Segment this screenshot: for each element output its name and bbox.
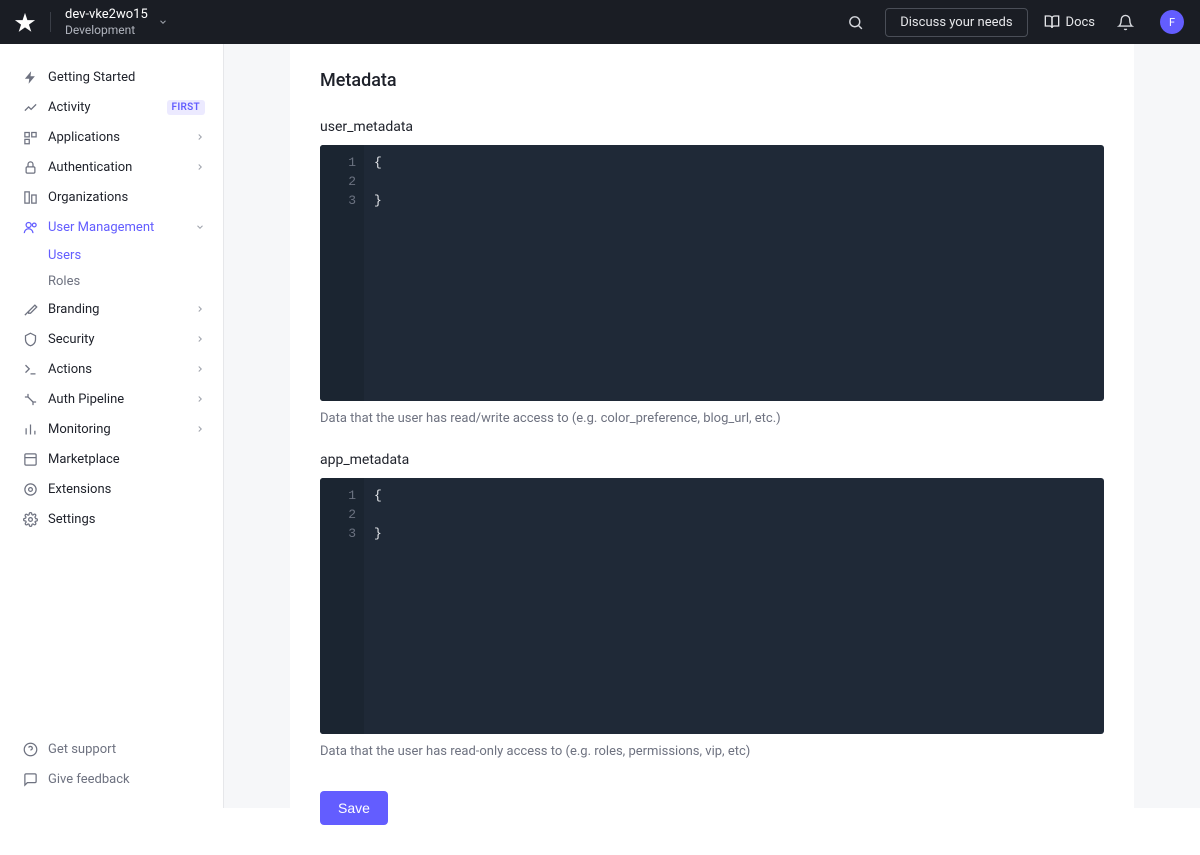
- user-metadata-help: Data that the user has read/write access…: [320, 411, 1104, 426]
- docs-link[interactable]: Docs: [1044, 14, 1095, 30]
- chevron-right-icon: [195, 334, 205, 344]
- sidebar-item-security[interactable]: Security: [0, 324, 223, 354]
- sidebar-item-label: Activity: [48, 100, 161, 115]
- sidebar-item-extensions[interactable]: Extensions: [0, 474, 223, 504]
- chevron-right-icon: [195, 132, 205, 142]
- book-icon: [1044, 14, 1060, 30]
- sidebar-item-activity[interactable]: Activity FIRST: [0, 92, 223, 122]
- chevron-right-icon: [195, 394, 205, 404]
- sidebar-item-label: Extensions: [48, 482, 205, 497]
- sidebar-item-user-management[interactable]: User Management: [0, 212, 223, 242]
- tenant-env: Development: [65, 23, 148, 37]
- chevron-down-icon: [195, 222, 205, 232]
- badge-first: FIRST: [167, 100, 205, 115]
- shield-icon: [22, 331, 38, 347]
- line-gutter: 123: [320, 478, 364, 734]
- sidebar-item-auth-pipeline[interactable]: Auth Pipeline: [0, 384, 223, 414]
- sidebar-item-label: Auth Pipeline: [48, 392, 195, 407]
- sidebar-item-label: Settings: [48, 512, 205, 527]
- chevron-right-icon: [195, 364, 205, 374]
- actions-icon: [22, 361, 38, 377]
- sidebar-item-branding[interactable]: Branding: [0, 294, 223, 324]
- chevron-right-icon: [195, 424, 205, 434]
- sidebar-item-authentication[interactable]: Authentication: [0, 152, 223, 182]
- sidebar-item-label: Authentication: [48, 160, 195, 175]
- sidebar-footer-label: Give feedback: [48, 772, 205, 787]
- app-metadata-help: Data that the user has read-only access …: [320, 744, 1104, 759]
- sidebar-subitem-roles[interactable]: Roles: [48, 268, 223, 294]
- monitoring-icon: [22, 421, 38, 437]
- sidebar-item-label: Marketplace: [48, 452, 205, 467]
- sidebar-subitem-users[interactable]: Users: [48, 242, 223, 268]
- code-content: { }: [364, 478, 1104, 734]
- sidebar-footer-label: Get support: [48, 742, 205, 757]
- users-icon: [22, 219, 38, 235]
- sidebar-item-monitoring[interactable]: Monitoring: [0, 414, 223, 444]
- auth0-logo-icon: [14, 11, 36, 33]
- bell-icon[interactable]: [1111, 8, 1139, 36]
- user-metadata-editor[interactable]: 123 { }: [320, 145, 1104, 401]
- sidebar-item-settings[interactable]: Settings: [0, 504, 223, 534]
- lock-icon: [22, 159, 38, 175]
- sidebar-item-organizations[interactable]: Organizations: [0, 182, 223, 212]
- pipeline-icon: [22, 391, 38, 407]
- discuss-button[interactable]: Discuss your needs: [885, 8, 1027, 37]
- section-title: Metadata: [320, 70, 1104, 91]
- sidebar-item-label: Applications: [48, 130, 195, 145]
- feedback-icon: [22, 771, 38, 787]
- chart-icon: [22, 99, 38, 115]
- save-button[interactable]: Save: [320, 791, 388, 825]
- sidebar-item-label: Monitoring: [48, 422, 195, 437]
- divider: [50, 12, 51, 32]
- chevron-right-icon: [195, 162, 205, 172]
- app-metadata-editor[interactable]: 123 { }: [320, 478, 1104, 734]
- sidebar-item-label: Branding: [48, 302, 195, 317]
- header: dev-vke2wo15 Development Discuss your ne…: [0, 0, 1200, 44]
- branding-icon: [22, 301, 38, 317]
- bolt-icon: [22, 69, 38, 85]
- code-content: { }: [364, 145, 1104, 401]
- sidebar-item-label: User Management: [48, 220, 195, 235]
- marketplace-icon: [22, 451, 38, 467]
- user-metadata-label: user_metadata: [320, 119, 1104, 135]
- sidebar-item-label: Organizations: [48, 190, 205, 205]
- line-gutter: 123: [320, 145, 364, 401]
- sidebar-get-support[interactable]: Get support: [0, 734, 223, 764]
- extensions-icon: [22, 481, 38, 497]
- tenant-switcher[interactable]: dev-vke2wo15 Development: [65, 7, 168, 37]
- sidebar-give-feedback[interactable]: Give feedback: [0, 764, 223, 794]
- docs-label: Docs: [1066, 15, 1095, 30]
- chevron-right-icon: [195, 304, 205, 314]
- search-icon[interactable]: [841, 8, 869, 36]
- sidebar-item-label: Actions: [48, 362, 195, 377]
- sidebar-item-applications[interactable]: Applications: [0, 122, 223, 152]
- help-icon: [22, 741, 38, 757]
- sidebar-item-marketplace[interactable]: Marketplace: [0, 444, 223, 474]
- tenant-name: dev-vke2wo15: [65, 7, 148, 23]
- sidebar: Getting Started Activity FIRST Applicati…: [0, 44, 224, 808]
- chevron-down-icon: [158, 17, 168, 27]
- app-metadata-label: app_metadata: [320, 452, 1104, 468]
- sidebar-item-label: Getting Started: [48, 70, 205, 85]
- sidebar-item-getting-started[interactable]: Getting Started: [0, 62, 223, 92]
- avatar[interactable]: F: [1160, 10, 1184, 34]
- main: Metadata user_metadata 123 { } Data that…: [224, 44, 1200, 808]
- organizations-icon: [22, 189, 38, 205]
- logo-wrap: [0, 11, 50, 33]
- sidebar-item-actions[interactable]: Actions: [0, 354, 223, 384]
- gear-icon: [22, 511, 38, 527]
- applications-icon: [22, 129, 38, 145]
- sidebar-item-label: Security: [48, 332, 195, 347]
